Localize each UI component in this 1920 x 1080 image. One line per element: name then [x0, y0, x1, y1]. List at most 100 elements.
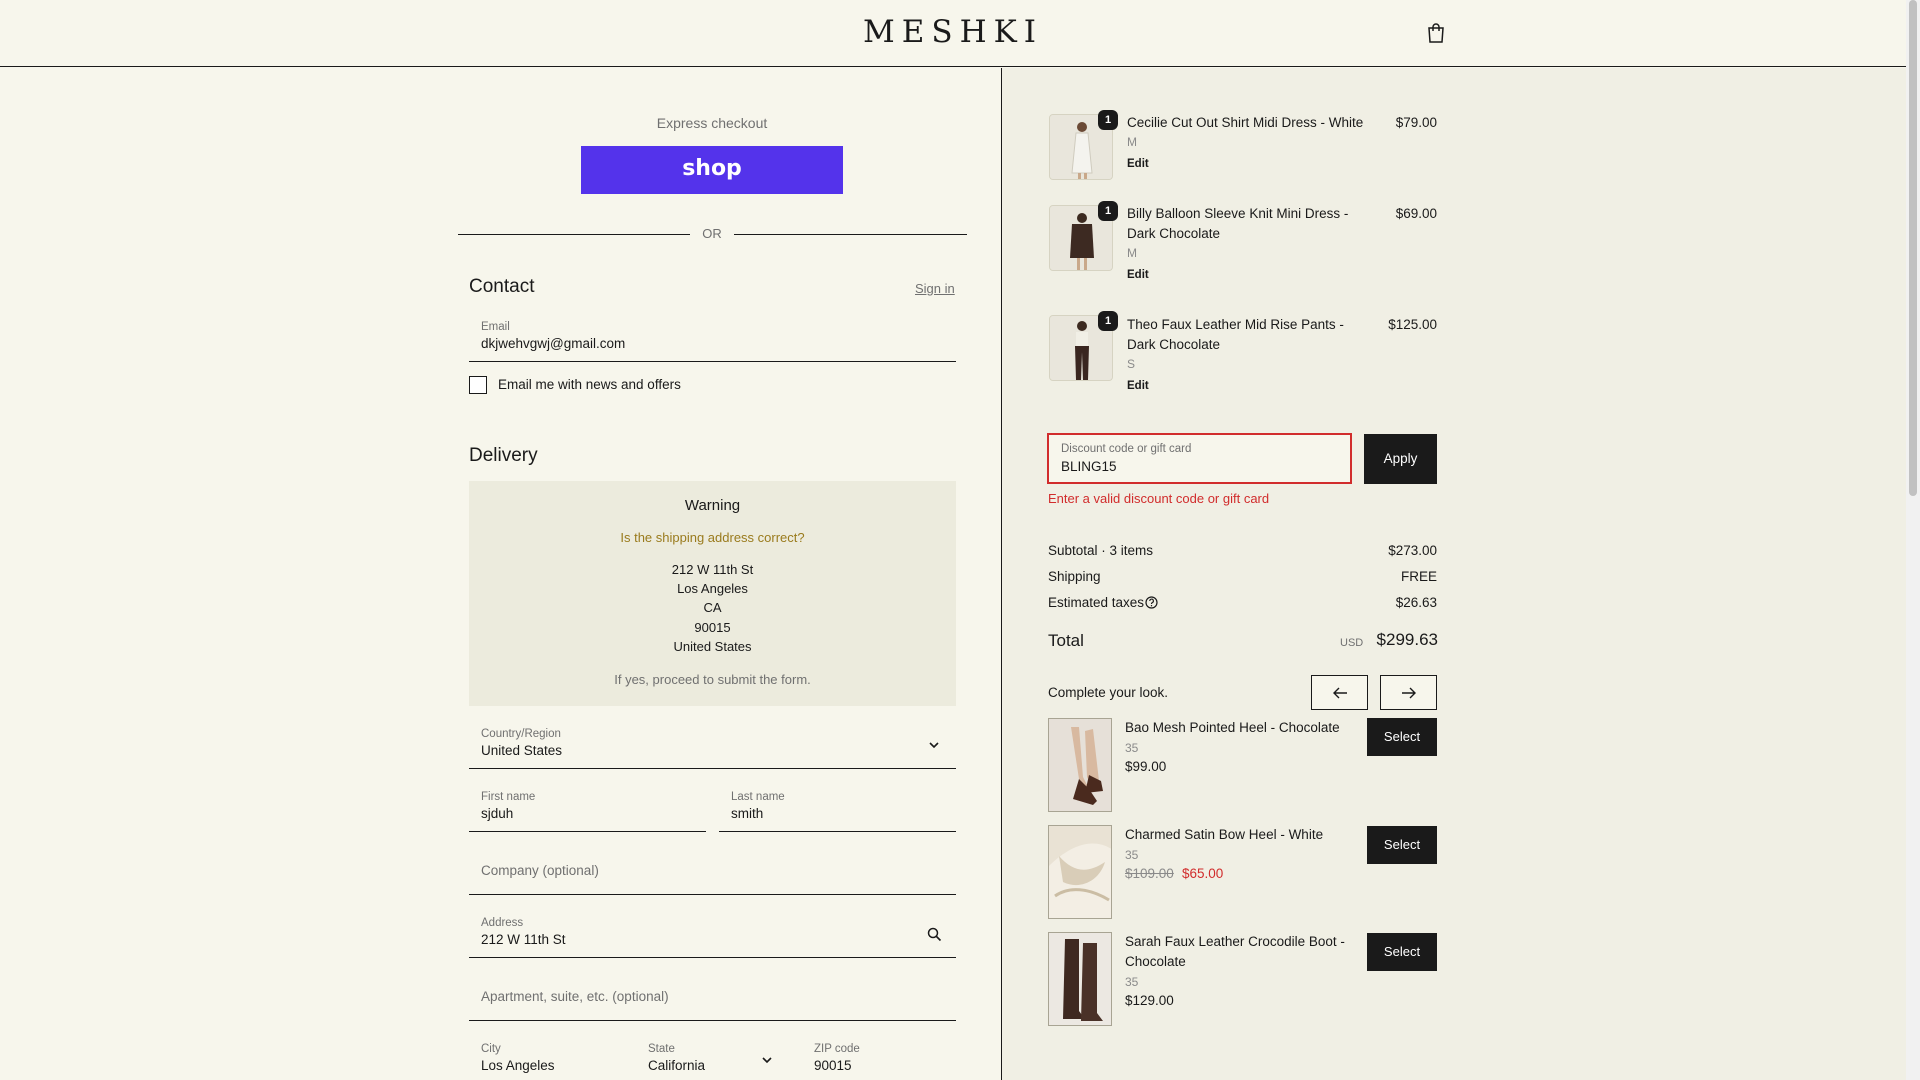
- currency-code: USD: [1340, 637, 1364, 649]
- carousel-prev-button[interactable]: [1311, 675, 1368, 710]
- country-value: United States: [481, 743, 563, 758]
- discount-value: BLING15: [1061, 459, 1117, 474]
- sign-in-link[interactable]: Sign in: [915, 281, 955, 296]
- page-scrollbar[interactable]: [1906, 0, 1920, 1080]
- cart-item-price: $69.00: [1395, 206, 1437, 221]
- city-label: City: [481, 1043, 501, 1055]
- chevron-down-icon: [929, 742, 939, 749]
- apartment-placeholder: Apartment, suite, etc. (optional): [481, 989, 669, 1004]
- address-value: 212 W 11th St: [481, 932, 566, 947]
- select-button[interactable]: Select: [1367, 718, 1437, 756]
- warning-address-line: 212 W 11th St: [671, 562, 754, 577]
- chevron-down-icon: [762, 1057, 772, 1064]
- or-label: OR: [702, 226, 722, 241]
- carousel-next-button[interactable]: [1380, 675, 1437, 710]
- cart-item-variant: M: [1127, 246, 1137, 260]
- total-value: $299.63: [1376, 630, 1438, 649]
- address-label: Address: [481, 917, 524, 929]
- warning-address-line: United States: [673, 639, 752, 654]
- select-button[interactable]: Select: [1367, 933, 1437, 971]
- quantity-badge: 1: [1098, 311, 1118, 331]
- warning-address-line: Los Angeles: [677, 581, 748, 596]
- divider: [734, 234, 967, 235]
- cart-item-variant: S: [1127, 357, 1136, 371]
- apply-discount-button[interactable]: Apply: [1364, 434, 1437, 484]
- recommendation-size: 35: [1125, 741, 1139, 755]
- delivery-title: Delivery: [469, 445, 538, 466]
- brand-logo[interactable]: MESHKI: [860, 14, 1046, 50]
- recommendations-title: Complete your look.: [1048, 685, 1169, 700]
- warning-address-line: 90015: [694, 620, 731, 635]
- address-field[interactable]: Address 212 W 11th St: [469, 909, 956, 958]
- cart-item-name: Cecilie Cut Out Shirt Midi Dress - White: [1127, 115, 1364, 130]
- country-label: Country/Region: [481, 728, 561, 740]
- first-name-label: First name: [481, 791, 536, 803]
- shipping-value: FREE: [1400, 569, 1437, 584]
- select-button[interactable]: Select: [1367, 826, 1437, 864]
- divider: [458, 234, 690, 235]
- last-name-label: Last name: [731, 791, 785, 803]
- city-field[interactable]: City Los Angeles: [469, 1035, 624, 1080]
- shopping-bag-icon[interactable]: [1426, 22, 1446, 44]
- company-field[interactable]: Company (optional): [469, 842, 956, 895]
- recommendation-sale-price: $65.00: [1182, 866, 1224, 881]
- help-icon[interactable]: [1145, 596, 1158, 609]
- subtotal-value: $273.00: [1388, 543, 1437, 558]
- zip-label: ZIP code: [814, 1043, 860, 1055]
- quantity-badge: 1: [1098, 201, 1118, 221]
- cart-item-price: $79.00: [1395, 115, 1437, 130]
- recommendation-price: $99.00: [1125, 759, 1167, 774]
- discount-code-input[interactable]: Discount code or gift card BLING15: [1047, 433, 1352, 484]
- shipping-label: Shipping: [1048, 569, 1101, 584]
- recommendation-name: Sarah Faux Leather Crocodile Boot - Choc…: [1125, 934, 1345, 969]
- zip-field[interactable]: ZIP code 90015: [802, 1035, 956, 1080]
- quantity-badge: 1: [1098, 110, 1118, 130]
- arrow-right-icon: [1402, 687, 1416, 699]
- company-placeholder: Company (optional): [481, 863, 599, 878]
- last-name-value: smith: [731, 806, 764, 821]
- recommendation-name: Bao Mesh Pointed Heel - Chocolate: [1125, 720, 1340, 735]
- cart-item-edit-link[interactable]: Edit: [1127, 269, 1149, 281]
- scrollbar-thumb[interactable]: [1909, 0, 1917, 496]
- first-name-field[interactable]: First name sjduh: [469, 783, 706, 832]
- newsletter-label: Email me with news and offers: [498, 377, 681, 392]
- warning-footer: If yes, proceed to submit the form.: [614, 672, 811, 687]
- product-image[interactable]: [1048, 932, 1112, 1026]
- recommendation-name: Charmed Satin Bow Heel - White: [1125, 827, 1324, 842]
- city-value: Los Angeles: [481, 1058, 555, 1073]
- arrow-left-icon: [1333, 687, 1347, 699]
- zip-value: 90015: [814, 1058, 852, 1073]
- subtotal-label: Subtotal · 3 items: [1048, 543, 1154, 558]
- total-label: Total: [1048, 631, 1084, 650]
- state-value: California: [648, 1058, 706, 1073]
- recommendation-price: $129.00: [1125, 993, 1174, 1008]
- apartment-field[interactable]: Apartment, suite, etc. (optional): [469, 968, 956, 1021]
- recommendation-size: 35: [1125, 848, 1139, 862]
- email-field[interactable]: Email dkjwehvgwj@gmail.com: [469, 313, 956, 362]
- address-warning: Warning Is the shipping address correct?…: [469, 481, 956, 706]
- product-image[interactable]: [1048, 718, 1112, 812]
- shop-pay-button[interactable]: shop: [581, 146, 843, 194]
- recommendation-size: 35: [1125, 975, 1139, 989]
- last-name-field[interactable]: Last name smith: [719, 783, 956, 832]
- product-image[interactable]: [1048, 825, 1112, 919]
- email-label: Email: [481, 321, 510, 333]
- first-name-value: sjduh: [481, 806, 514, 821]
- site-header: MESHKI: [0, 0, 1906, 67]
- express-checkout-title: Express checkout: [656, 115, 768, 131]
- state-select[interactable]: State California: [636, 1035, 790, 1080]
- cart-item-edit-link[interactable]: Edit: [1127, 158, 1149, 170]
- cart-item-variant: M: [1127, 135, 1137, 149]
- cart-item-edit-link[interactable]: Edit: [1127, 380, 1149, 392]
- contact-title: Contact: [469, 276, 535, 297]
- newsletter-checkbox[interactable]: [469, 376, 487, 394]
- cart-item-price: $125.00: [1388, 317, 1437, 332]
- country-select[interactable]: Country/Region United States: [469, 720, 956, 769]
- state-label: State: [648, 1043, 675, 1055]
- discount-error-message: Enter a valid discount code or gift card: [1048, 491, 1270, 506]
- search-icon[interactable]: [927, 927, 942, 942]
- warning-address-line: CA: [703, 600, 722, 615]
- taxes-value: $26.63: [1395, 595, 1437, 610]
- cart-item-name: Theo Faux Leather Mid Rise Pants - Dark …: [1127, 317, 1344, 352]
- email-value: dkjwehvgwj@gmail.com: [481, 336, 626, 351]
